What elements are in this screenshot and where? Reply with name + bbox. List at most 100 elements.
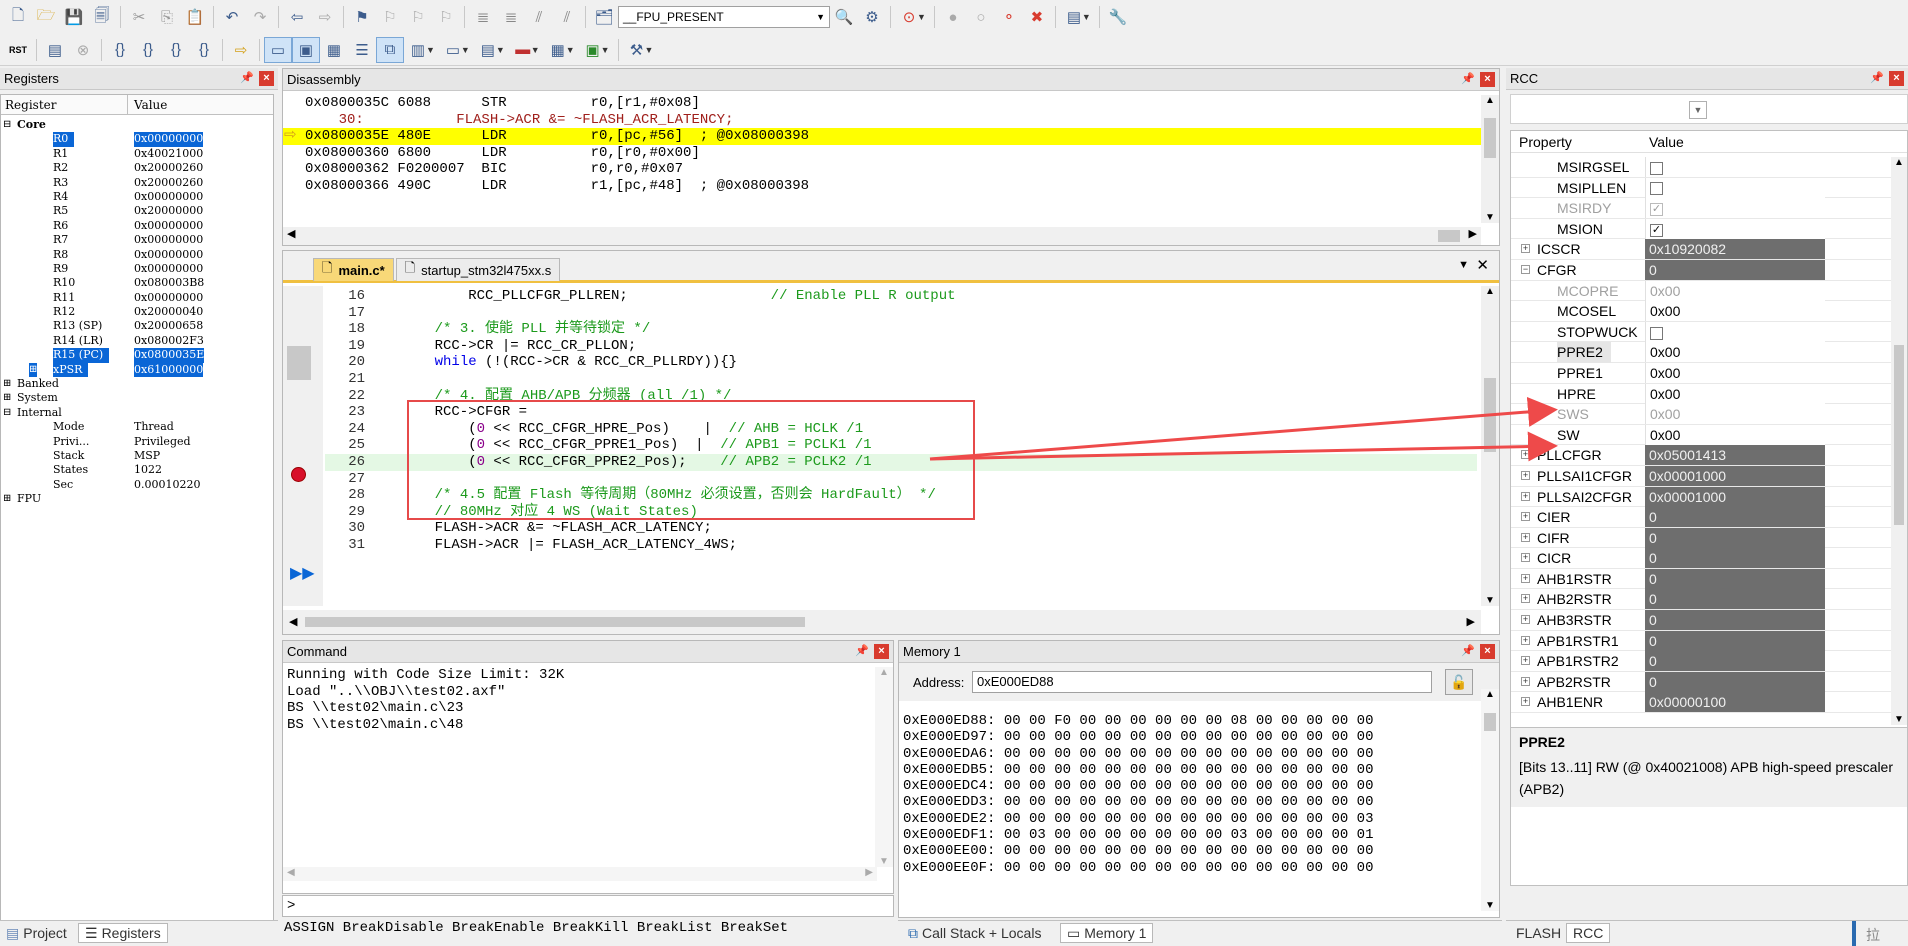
checkbox[interactable]: ✓: [1650, 202, 1663, 216]
rcc-property-row[interactable]: HPRE 0x00: [1511, 383, 1893, 405]
chevron-down-icon[interactable]: ▼: [531, 45, 540, 55]
expander-icon[interactable]: ⊞: [3, 377, 11, 391]
reset-icon[interactable]: RST: [4, 37, 32, 63]
configure-icon[interactable]: 🔧: [1104, 4, 1132, 30]
memory-row[interactable]: 0xE000EDE2: 00 00 00 00 00 00 00 00 00 0…: [903, 811, 1473, 827]
memory-row[interactable]: 0xE000EE00: 00 00 00 00 00 00 00 00 00 0…: [903, 843, 1473, 859]
register-row[interactable]: R1 0x40021000: [1, 147, 273, 161]
property-value[interactable]: 0x00: [1645, 424, 1825, 445]
property-value[interactable]: 0: [1645, 527, 1825, 548]
tab-rcc[interactable]: RCC: [1566, 923, 1611, 943]
column-register[interactable]: Register: [5, 98, 56, 112]
tab-memory-1[interactable]: ▭ Memory 1: [1060, 923, 1154, 943]
property-value[interactable]: 0: [1645, 589, 1825, 610]
property-value[interactable]: 0x00: [1645, 342, 1825, 363]
tab-flash[interactable]: FLASH: [1510, 923, 1567, 943]
symbols-window-icon[interactable]: ▦: [320, 37, 348, 63]
rcc-property-row[interactable]: + CIFR 0: [1511, 527, 1893, 549]
register-row[interactable]: R3 0x20000260: [1, 176, 273, 190]
stop-icon[interactable]: ⊗: [69, 37, 97, 63]
property-value[interactable]: 0x00: [1645, 362, 1825, 383]
expander-icon[interactable]: +: [1521, 512, 1530, 522]
close-icon[interactable]: ×: [259, 71, 274, 86]
bookmark-next-icon[interactable]: ⚐: [404, 4, 432, 30]
property-value[interactable]: 0: [1645, 259, 1825, 280]
kill-breakpoints-icon[interactable]: ✖: [1023, 4, 1051, 30]
memory-row[interactable]: 0xE000EDF1: 00 03 00 00 00 00 00 00 00 0…: [903, 827, 1473, 843]
expander-icon[interactable]: +: [1521, 676, 1530, 686]
comment-icon[interactable]: ⫽: [525, 4, 553, 30]
register-row[interactable]: ⊞ xPSR 0x61000000: [1, 362, 273, 378]
nav-back-icon[interactable]: ⇦: [283, 4, 311, 30]
step-out-icon[interactable]: {}: [162, 37, 190, 63]
memory-row[interactable]: 0xE000ED97: 00 00 00 00 00 00 00 00 00 0…: [903, 729, 1473, 745]
chevron-down-icon[interactable]: ▼: [917, 12, 926, 22]
expander-icon[interactable]: +: [1521, 491, 1530, 501]
chevron-down-icon[interactable]: ▼: [645, 45, 654, 55]
redo-icon[interactable]: ↷: [246, 4, 274, 30]
incremental-find-icon[interactable]: ⚙: [858, 4, 886, 30]
register-row[interactable]: Sec 0.00010220: [1, 478, 273, 492]
register-row[interactable]: R2 0x20000260: [1, 161, 273, 175]
expander-icon[interactable]: ⊟: [3, 118, 11, 132]
property-value[interactable]: 0: [1645, 671, 1825, 692]
register-group[interactable]: ⊟ Internal: [1, 406, 273, 420]
insert-breakpoint-icon[interactable]: ●: [939, 4, 967, 30]
register-group[interactable]: ⊞ System: [1, 391, 273, 405]
new-file-icon[interactable]: 🗋: [4, 4, 32, 30]
expander-icon[interactable]: +: [1521, 244, 1530, 254]
pin-icon[interactable]: 📌: [1461, 644, 1475, 657]
property-value[interactable]: 0: [1645, 568, 1825, 589]
registers-window-icon[interactable]: ☰: [348, 37, 376, 63]
tab-registers[interactable]: ☰ Registers: [78, 923, 168, 943]
expander-icon[interactable]: +: [1521, 450, 1530, 460]
close-icon[interactable]: ×: [1889, 71, 1904, 86]
target-combo[interactable]: __FPU_PRESENT ▼: [618, 6, 830, 28]
expander-icon[interactable]: ⊞: [29, 362, 38, 378]
rcc-property-row[interactable]: MCOSEL 0x00: [1511, 301, 1893, 322]
rcc-property-row[interactable]: + AHB2RSTR 0: [1511, 589, 1893, 611]
rcc-property-row[interactable]: SWS 0x00: [1511, 404, 1893, 425]
property-value[interactable]: 0x00001000: [1645, 486, 1825, 507]
rcc-property-row[interactable]: + CICR 0: [1511, 548, 1893, 569]
close-icon[interactable]: ×: [1480, 644, 1495, 659]
call-stack-icon[interactable]: ⧉: [376, 36, 404, 63]
property-value[interactable]: 0: [1645, 630, 1825, 651]
code-line[interactable]: 17: [325, 305, 1477, 322]
memory-dump[interactable]: 0xE000ED88: 00 00 F0 00 00 00 00 00 00 0…: [903, 713, 1473, 913]
column-property[interactable]: Property: [1519, 134, 1572, 150]
step-over-icon[interactable]: {}: [134, 37, 162, 63]
code-line[interactable]: 21: [325, 371, 1477, 388]
code-line[interactable]: 20 while (!(RCC->CR & RCC_CR_PLLRDY)){}: [325, 354, 1477, 371]
rcc-property-row[interactable]: MSIPLLEN: [1511, 177, 1893, 199]
show-next-statement-icon[interactable]: ⇨: [227, 37, 255, 63]
property-value[interactable]: 0x10920082: [1645, 239, 1825, 260]
expander-icon[interactable]: +: [1521, 594, 1530, 604]
command-vscroll[interactable]: ▲ ▼: [875, 667, 893, 867]
memory-row[interactable]: 0xE000EDC4: 00 00 00 00 00 00 00 00 00 0…: [903, 778, 1473, 794]
register-row[interactable]: R15 (PC) 0x0800035E: [1, 348, 273, 363]
property-value[interactable]: 0: [1645, 651, 1825, 672]
register-group[interactable]: ⊞ Banked: [1, 377, 273, 391]
rcc-property-row[interactable]: + APB2RSTR 0: [1511, 671, 1893, 693]
pin-icon[interactable]: 📌: [1461, 72, 1475, 85]
rcc-property-row[interactable]: + APB1RSTR1 0: [1511, 630, 1893, 652]
rcc-property-row[interactable]: MCOPRE 0x00: [1511, 280, 1893, 302]
rcc-property-row[interactable]: SW 0x00: [1511, 424, 1893, 446]
code-line[interactable]: 31 FLASH->ACR |= FLASH_ACR_LATENCY_4WS;: [325, 537, 1477, 554]
tab-project[interactable]: ▤ Project: [0, 923, 73, 943]
property-value[interactable]: 0: [1645, 610, 1825, 631]
expander-icon[interactable]: +: [1521, 697, 1530, 707]
register-row[interactable]: R5 0x20000000: [1, 204, 273, 218]
register-row[interactable]: R14 (LR) 0x080002F3: [1, 334, 273, 348]
register-row[interactable]: Mode Thread: [1, 420, 273, 434]
register-row[interactable]: States 1022: [1, 463, 273, 477]
register-row[interactable]: Privi... Privileged: [1, 435, 273, 449]
memory-row[interactable]: 0xE000EDB5: 00 00 00 00 00 00 00 00 00 0…: [903, 762, 1473, 778]
register-row[interactable]: R12 0x20000040: [1, 305, 273, 319]
disassembly-line[interactable]: 0x08000362 F0200007 BIC r0,r0,#0x07: [283, 161, 1481, 178]
rcc-property-row[interactable]: MSIRDY ✓: [1511, 198, 1893, 219]
checkbox[interactable]: [1650, 182, 1663, 196]
bookmark-prev-icon[interactable]: ⚐: [376, 4, 404, 30]
unindent-icon[interactable]: ≣: [497, 4, 525, 30]
